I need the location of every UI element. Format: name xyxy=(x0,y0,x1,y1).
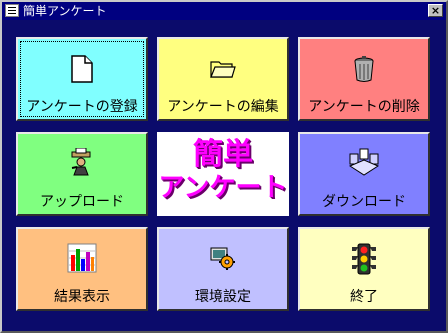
document-icon xyxy=(71,55,93,87)
trash-can-icon xyxy=(353,55,375,87)
tile-label: 終了 xyxy=(350,289,378,305)
app-logo: 簡単 アンケート xyxy=(157,132,289,216)
delete-survey-button[interactable]: アンケートの削除 xyxy=(298,37,430,121)
edit-survey-button[interactable]: アンケートの編集 xyxy=(157,37,289,121)
title-bar: 簡単アンケート × xyxy=(2,2,446,20)
tile-label: アップロード xyxy=(40,194,124,210)
upload-button[interactable]: アップロード xyxy=(16,132,148,216)
settings-icon xyxy=(210,247,236,275)
upload-icon xyxy=(68,147,96,180)
register-survey-button[interactable]: アンケートの登録 xyxy=(16,37,148,121)
logo-line-2: アンケート xyxy=(158,173,288,203)
traffic-light-icon xyxy=(350,243,378,279)
window-title: 簡単アンケート xyxy=(23,4,107,18)
menu-grid: アンケートの登録 アンケートの編集 アンケートの削除 アップロード 簡単 アンケ… xyxy=(2,20,446,331)
tile-label: 結果表示 xyxy=(54,289,110,305)
app-window: 簡単アンケート × アンケートの登録 アンケートの編集 アンケートの削除 アップ… xyxy=(0,0,448,333)
download-icon xyxy=(348,148,380,180)
settings-button[interactable]: 環境設定 xyxy=(157,227,289,311)
close-button[interactable]: × xyxy=(428,4,443,17)
logo-line-1: 簡単 xyxy=(193,137,253,172)
tile-label: 環境設定 xyxy=(195,289,251,305)
download-button[interactable]: ダウンロード xyxy=(298,132,430,216)
tile-label: アンケートの削除 xyxy=(308,99,420,115)
bar-chart-icon xyxy=(67,243,97,277)
folder-icon xyxy=(210,57,236,83)
tile-label: ダウンロード xyxy=(322,194,406,210)
show-results-button[interactable]: 結果表示 xyxy=(16,227,148,311)
tile-label: アンケートの編集 xyxy=(167,99,279,115)
exit-button[interactable]: 終了 xyxy=(298,227,430,311)
tile-label: アンケートの登録 xyxy=(26,99,138,115)
app-icon xyxy=(5,4,19,17)
